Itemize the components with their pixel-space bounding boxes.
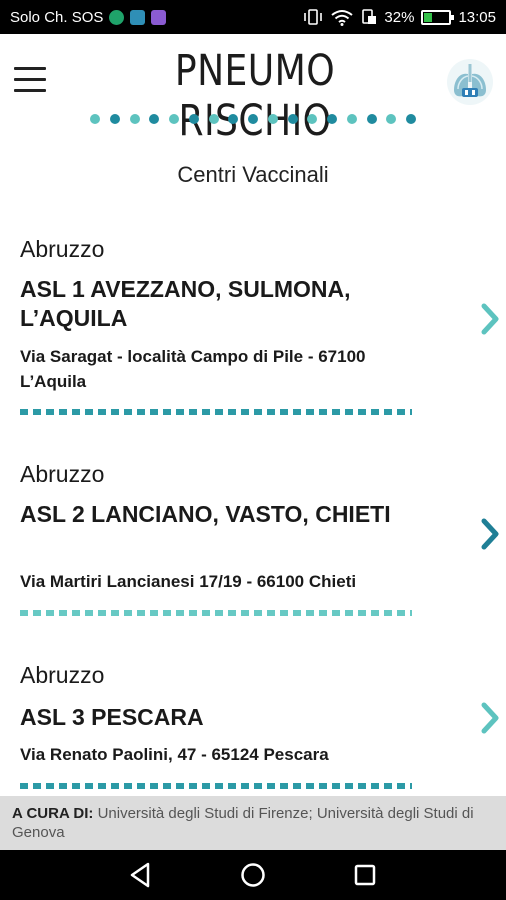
center-address: Via Saragat - località Campo di Pile - 6… <box>20 347 366 391</box>
title-dot <box>109 114 120 124</box>
center-region: Abruzzo <box>20 461 105 487</box>
center-region: Abruzzo <box>20 662 105 688</box>
title-dot-decoration <box>90 113 416 125</box>
title-dot <box>287 114 298 124</box>
chevron-right-icon[interactable] <box>476 300 504 338</box>
home-circle-icon[interactable] <box>238 860 268 890</box>
app-notification-icon <box>151 9 167 25</box>
center-address: Via Martiri Lancianesi 17/19 - 66100 Chi… <box>20 572 357 591</box>
title-dot <box>267 114 278 124</box>
battery-fill <box>424 12 433 22</box>
title-dot <box>188 114 199 124</box>
item-divider <box>20 783 412 789</box>
system-navigation-bar <box>0 850 506 900</box>
back-triangle-icon[interactable] <box>126 860 156 890</box>
hamburger-menu-icon[interactable] <box>14 67 46 93</box>
title-dot <box>90 114 100 124</box>
lungs-icon <box>447 59 493 105</box>
title-dot <box>307 114 318 124</box>
title-dot <box>149 114 160 124</box>
chevron-right-icon[interactable] <box>476 699 504 737</box>
list-item-center-1[interactable]: Abruzzo ASL 1 AVEZZANO, SULMONA, L’AQUIL… <box>0 220 506 425</box>
title-dot <box>208 114 219 124</box>
list-item-center-2[interactable]: Abruzzo ASL 2 LANCIANO, VASTO, CHIETI Vi… <box>0 445 506 630</box>
title-dot <box>228 114 239 124</box>
wifi-icon <box>331 9 354 26</box>
app-title: PNEUMO RISCHIO <box>174 46 336 146</box>
chevron-right-icon[interactable] <box>476 515 504 553</box>
list-item-center-3[interactable]: Abruzzo ASL 3 PESCARA Via Renato Paolini… <box>0 646 506 796</box>
data-saver-icon <box>362 9 377 24</box>
title-dot <box>386 114 397 124</box>
clock: 13:05 <box>458 8 496 26</box>
title-dot <box>248 114 258 124</box>
status-left: Solo Ch. SOS <box>10 8 167 26</box>
credits-footer: A CURA DI: Università degli Studi di Fir… <box>0 796 506 850</box>
center-name: ASL 1 AVEZZANO, SULMONA, L’AQUILA <box>20 276 351 331</box>
gallery-notification-icon <box>130 9 146 25</box>
title-dot <box>406 114 416 124</box>
recents-square-icon[interactable] <box>350 860 380 890</box>
credits-label: A CURA DI: <box>12 805 94 822</box>
page-title: Centri Vaccinali <box>177 162 329 187</box>
carrier-label: Solo Ch. SOS <box>10 8 104 26</box>
center-region: Abruzzo <box>20 236 105 262</box>
status-right: 32% 13:05 <box>303 9 496 26</box>
browser-notification-icon <box>109 9 125 25</box>
title-dot <box>169 114 179 124</box>
vibrate-icon <box>304 9 323 25</box>
title-dot <box>327 114 337 124</box>
center-name: ASL 3 PESCARA <box>20 704 204 730</box>
item-divider <box>20 610 412 616</box>
title-dot <box>346 114 357 124</box>
title-dot <box>129 114 140 124</box>
item-divider <box>20 409 412 415</box>
app-header: PNEUMO RISCHIO <box>0 34 506 146</box>
title-dot <box>366 114 377 124</box>
center-name: ASL 2 LANCIANO, VASTO, CHIETI <box>20 501 391 527</box>
status-bar: Solo Ch. SOS 32% 13:05 <box>0 0 506 34</box>
battery-icon <box>421 9 455 25</box>
center-address: Via Renato Paolini, 47 - 65124 Pescara <box>20 745 329 764</box>
battery-percent: 32% <box>384 8 415 26</box>
